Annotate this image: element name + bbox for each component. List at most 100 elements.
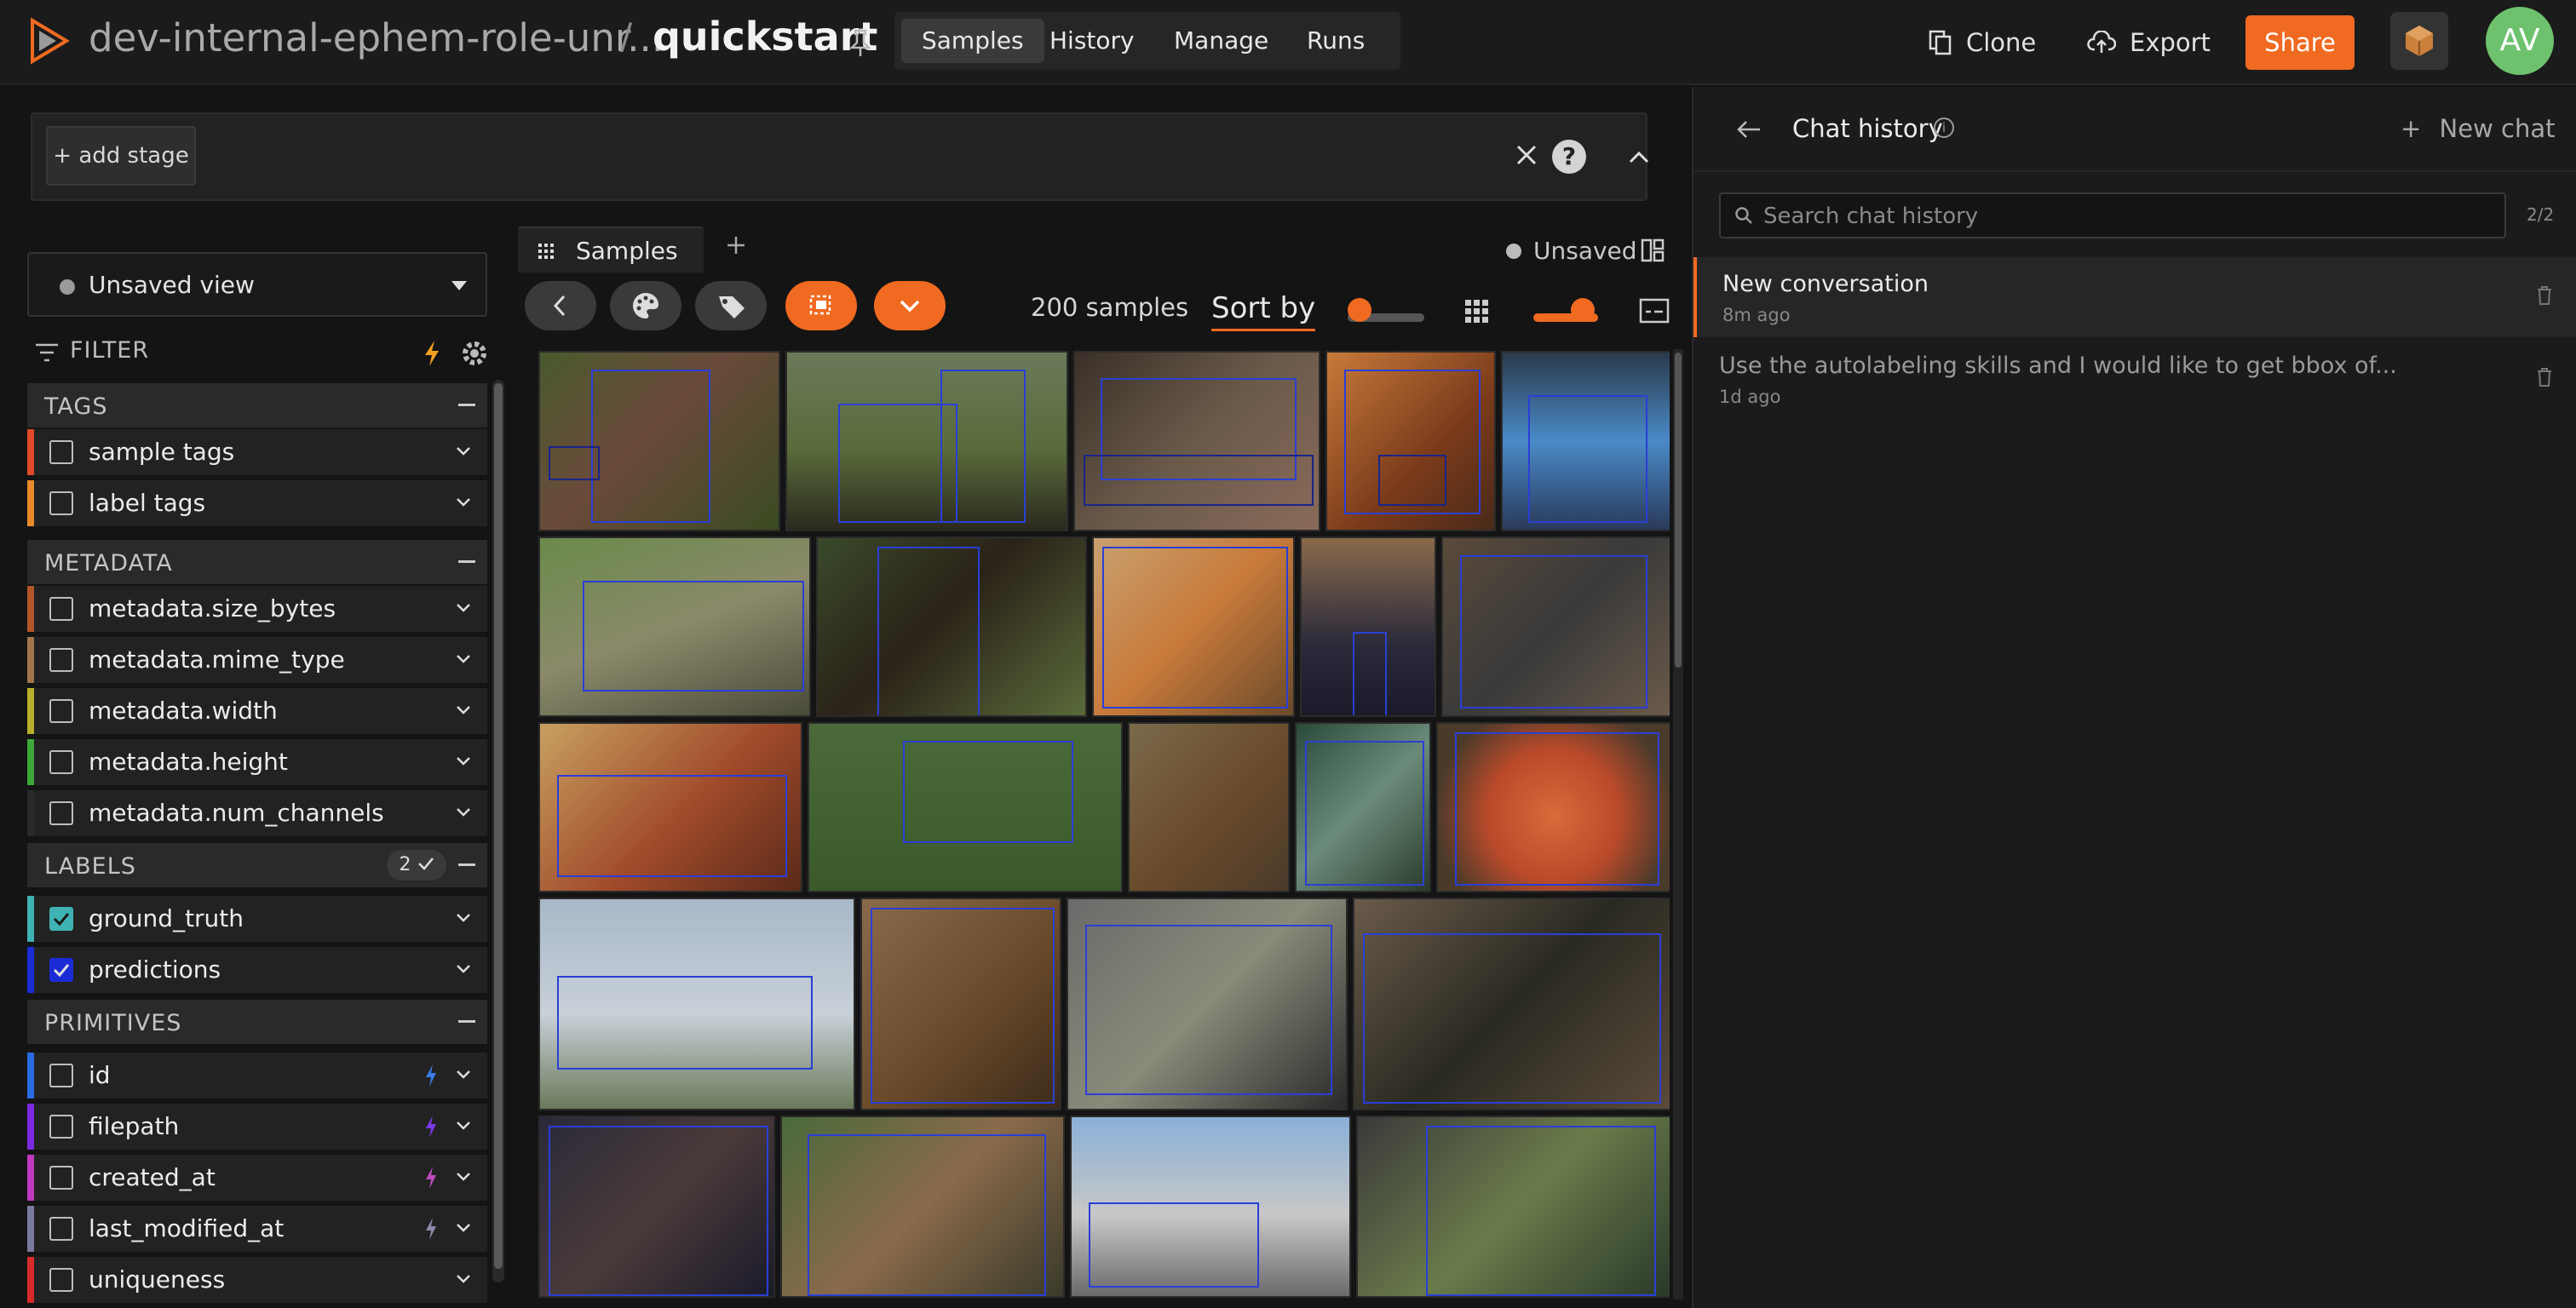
tile-size-slider-handle[interactable] bbox=[1571, 298, 1595, 322]
tile-size-slider[interactable] bbox=[1533, 298, 1598, 327]
chevron-down-icon[interactable] bbox=[455, 494, 472, 511]
chevron-down-icon[interactable] bbox=[455, 1117, 472, 1134]
nav-tab-runs[interactable]: Runs bbox=[1286, 19, 1385, 63]
sample-tile[interactable] bbox=[1128, 722, 1290, 892]
chat-search-input[interactable] bbox=[1763, 199, 2496, 233]
project-name[interactable]: dev-internal-ephem-role-unr... bbox=[89, 15, 664, 60]
lightning-icon[interactable] bbox=[424, 1115, 438, 1139]
back-button[interactable] bbox=[525, 281, 596, 330]
field-created-at[interactable]: created_at bbox=[27, 1155, 487, 1201]
lightning-icon[interactable] bbox=[423, 339, 441, 368]
trash-icon[interactable] bbox=[2537, 286, 2552, 305]
field-checkbox[interactable] bbox=[49, 1115, 73, 1139]
user-avatar[interactable]: AV bbox=[2486, 7, 2554, 75]
field-checkbox[interactable] bbox=[49, 1268, 73, 1292]
chevron-down-icon[interactable] bbox=[455, 1168, 472, 1185]
field-checkbox[interactable] bbox=[49, 750, 73, 774]
chat-search[interactable] bbox=[1719, 192, 2506, 238]
sample-tile[interactable] bbox=[538, 536, 811, 717]
field-checkbox[interactable] bbox=[49, 648, 73, 672]
field-checkbox-checked[interactable] bbox=[49, 907, 73, 931]
field-ground-truth[interactable]: ground_truth bbox=[27, 896, 487, 942]
sample-tile[interactable] bbox=[1356, 1116, 1670, 1298]
field-last-modified-at[interactable]: last_modified_at bbox=[27, 1206, 487, 1252]
trash-icon[interactable] bbox=[2537, 368, 2552, 387]
group-labels[interactable]: LABELS 2 bbox=[27, 843, 487, 887]
share-button[interactable]: Share bbox=[2245, 15, 2355, 70]
field-checkbox[interactable] bbox=[49, 491, 73, 515]
chevron-down-icon[interactable] bbox=[455, 1066, 472, 1083]
field-checkbox[interactable] bbox=[49, 597, 73, 621]
field-checkbox[interactable] bbox=[49, 699, 73, 723]
nav-tab-manage[interactable]: Manage bbox=[1153, 19, 1289, 63]
color-scheme-button[interactable] bbox=[610, 281, 681, 330]
sample-tile[interactable] bbox=[538, 898, 855, 1110]
field-checkbox[interactable] bbox=[49, 801, 73, 825]
field-checkbox[interactable] bbox=[49, 440, 73, 464]
dataset-name[interactable]: quickstart bbox=[653, 14, 877, 60]
labels-count-badge[interactable]: 2 bbox=[387, 850, 446, 881]
grid-scroll-thumb[interactable] bbox=[1675, 353, 1682, 668]
gear-icon[interactable] bbox=[460, 339, 489, 368]
collapse-minus-icon[interactable] bbox=[458, 560, 475, 563]
conversation-item[interactable]: New conversation 8m ago bbox=[1693, 257, 2576, 337]
field-filepath[interactable]: filepath bbox=[27, 1104, 487, 1150]
group-primitives[interactable]: PRIMITIVES bbox=[27, 1000, 487, 1044]
sample-tile[interactable] bbox=[1067, 898, 1348, 1110]
grid-density-icon[interactable] bbox=[1463, 298, 1491, 325]
info-icon[interactable]: i bbox=[1934, 118, 1954, 138]
sample-tile[interactable] bbox=[538, 722, 802, 892]
clone-button[interactable]: Clone bbox=[1929, 22, 2036, 63]
collapse-minus-icon[interactable] bbox=[458, 1020, 475, 1023]
sample-tile[interactable] bbox=[1325, 351, 1496, 531]
sample-tile[interactable] bbox=[808, 722, 1123, 892]
chevron-down-icon[interactable] bbox=[455, 443, 472, 460]
sample-tile[interactable] bbox=[1092, 536, 1295, 717]
chevron-down-icon[interactable] bbox=[455, 600, 472, 617]
new-chat-button[interactable]: + New chat bbox=[2401, 114, 2555, 143]
chevron-down-icon[interactable] bbox=[455, 1271, 472, 1288]
sample-tile[interactable] bbox=[1295, 722, 1431, 892]
chevron-down-icon[interactable] bbox=[455, 702, 472, 719]
add-stage-button[interactable]: + add stage bbox=[46, 126, 196, 186]
field-predictions[interactable]: predictions bbox=[27, 947, 487, 993]
sample-tile[interactable] bbox=[1501, 351, 1670, 531]
add-tab-icon[interactable] bbox=[726, 235, 746, 255]
field-checkbox[interactable] bbox=[49, 1166, 73, 1190]
field-id[interactable]: id bbox=[27, 1053, 487, 1099]
sample-tile[interactable] bbox=[1073, 351, 1320, 531]
field-metadata-mime-type[interactable]: metadata.mime_type bbox=[27, 637, 487, 683]
sample-tile[interactable] bbox=[860, 898, 1061, 1110]
display-options-icon[interactable] bbox=[1639, 298, 1670, 324]
field-metadata-num-channels[interactable]: metadata.num_channels bbox=[27, 790, 487, 836]
collapse-chevron-icon[interactable] bbox=[1624, 145, 1654, 170]
pin-icon[interactable] bbox=[848, 29, 872, 58]
chevron-down-icon[interactable] bbox=[455, 651, 472, 668]
field-checkbox-checked[interactable] bbox=[49, 958, 73, 982]
conversation-item[interactable]: Use the autolabeling skills and I would … bbox=[1693, 339, 2576, 419]
sample-tile[interactable] bbox=[1070, 1116, 1351, 1298]
chevron-down-icon[interactable] bbox=[455, 753, 472, 770]
export-button[interactable]: Export bbox=[2087, 22, 2211, 63]
arrow-left-icon[interactable] bbox=[1736, 119, 1762, 140]
sidebar-scroll-thumb[interactable] bbox=[494, 383, 503, 1269]
sort-by-button[interactable]: Sort by bbox=[1211, 291, 1316, 331]
lightning-icon[interactable] bbox=[424, 1166, 438, 1190]
tab-samples[interactable]: Samples bbox=[518, 227, 704, 272]
sample-tile[interactable] bbox=[780, 1116, 1065, 1298]
nav-tab-samples[interactable]: Samples bbox=[901, 19, 1044, 63]
collapse-minus-icon[interactable] bbox=[458, 863, 475, 866]
field-metadata-height[interactable]: metadata.height bbox=[27, 739, 487, 785]
workspace-button[interactable] bbox=[2390, 12, 2448, 70]
field-uniqueness[interactable]: uniqueness bbox=[27, 1257, 487, 1303]
lightning-icon[interactable] bbox=[424, 1064, 438, 1087]
zoom-slider[interactable] bbox=[1348, 298, 1424, 327]
chevron-down-icon[interactable] bbox=[455, 1219, 472, 1236]
sample-tile[interactable] bbox=[785, 351, 1068, 531]
field-metadata-width[interactable]: metadata.width bbox=[27, 688, 487, 734]
sample-tile[interactable] bbox=[816, 536, 1087, 717]
field-metadata-size-bytes[interactable]: metadata.size_bytes bbox=[27, 586, 487, 632]
chevron-down-icon[interactable] bbox=[455, 909, 472, 926]
sample-tile[interactable] bbox=[1300, 536, 1436, 717]
group-metadata[interactable]: METADATA bbox=[27, 540, 487, 584]
